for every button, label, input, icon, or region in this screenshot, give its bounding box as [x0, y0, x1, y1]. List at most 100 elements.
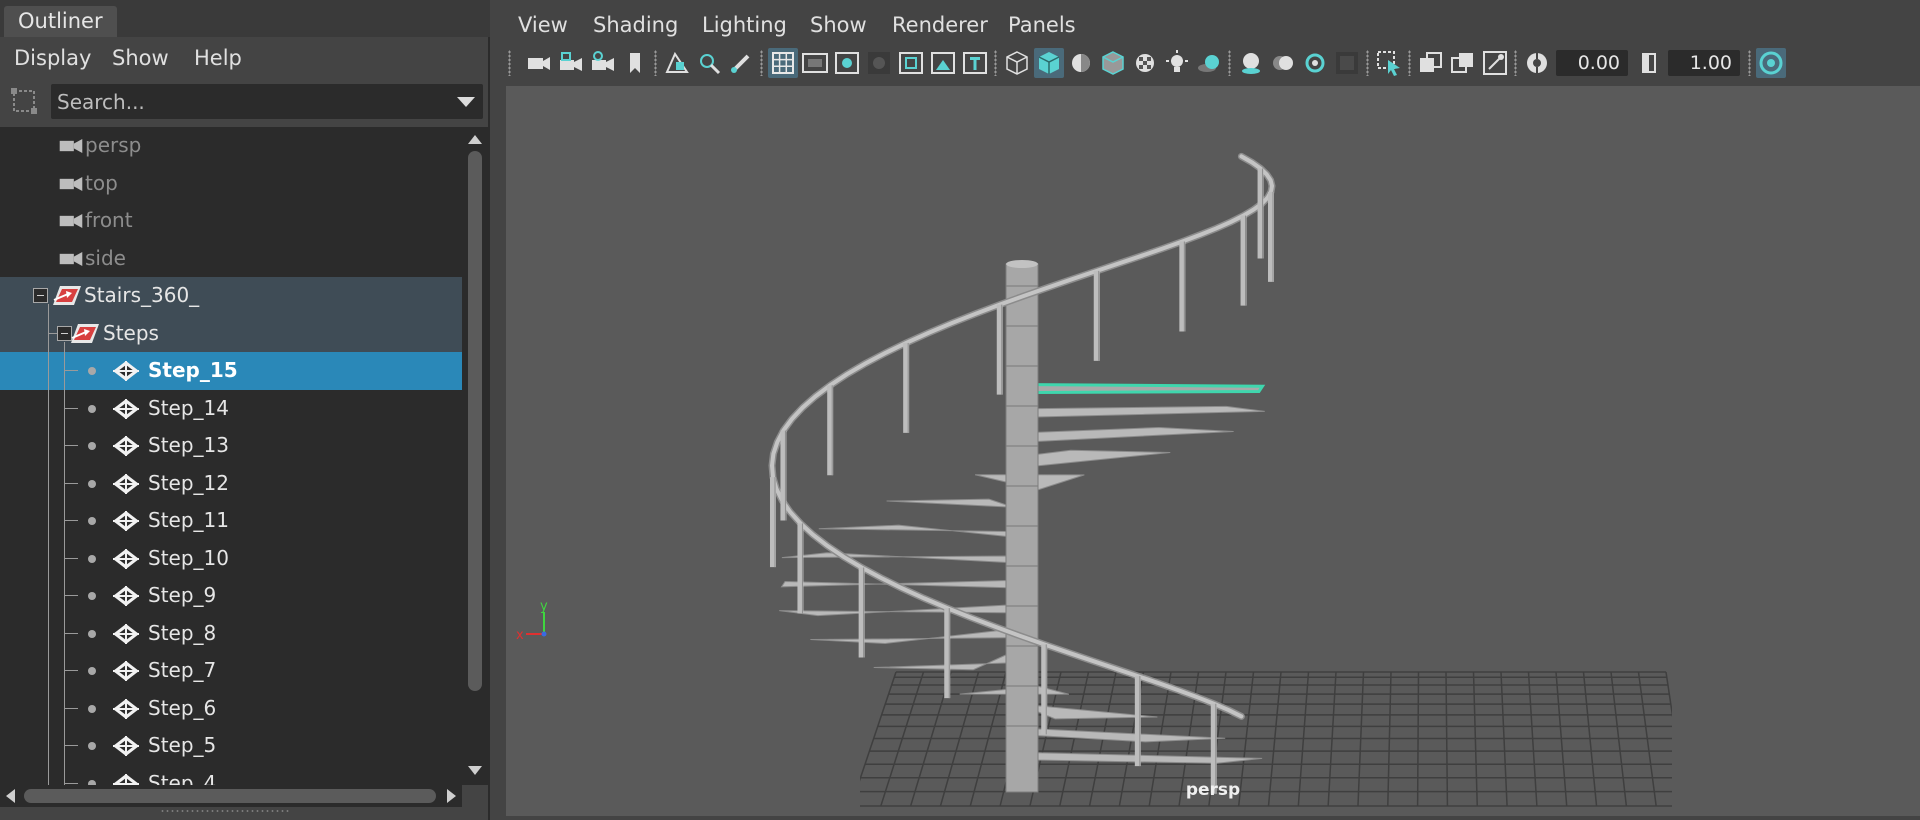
xray-icon[interactable] [1416, 48, 1446, 78]
mesh-icon [113, 398, 139, 419]
bookmark-icon[interactable] [620, 48, 650, 78]
scrollbar-thumb[interactable] [24, 789, 436, 803]
tree-row-step[interactable]: Step_14 [0, 390, 462, 428]
tree-row-group-stairs[interactable]: Stairs_360_ [0, 277, 462, 315]
outliner-menu-show[interactable]: Show [112, 37, 169, 79]
search-box [51, 84, 483, 119]
outliner-vertical-scrollbar[interactable] [462, 127, 488, 785]
scroll-down-arrow-icon[interactable] [468, 766, 482, 775]
tree-node-dot [88, 404, 96, 413]
3d-viewport[interactable]: yx persp [506, 86, 1920, 816]
tree-row-step[interactable]: Step_6 [0, 690, 462, 728]
camera-attributes-icon[interactable] [588, 48, 618, 78]
field-chart-icon[interactable] [896, 48, 926, 78]
xray-active-components-icon[interactable] [1448, 48, 1478, 78]
scroll-up-arrow-icon[interactable] [468, 135, 482, 144]
grid-icon[interactable] [768, 48, 798, 78]
tree-connector [64, 341, 65, 785]
tree-row-camera-top[interactable]: top [0, 165, 462, 203]
tree-row-step[interactable]: Step_13 [0, 427, 462, 465]
gamma-icon[interactable] [1634, 48, 1664, 78]
outliner-tab[interactable]: Outliner [4, 6, 117, 37]
safe-action-icon[interactable] [928, 48, 958, 78]
tree-row-step[interactable]: Step_12 [0, 465, 462, 503]
safe-title-icon[interactable] [960, 48, 990, 78]
gate-mask-icon[interactable] [864, 48, 894, 78]
viewport-menu-shading[interactable]: Shading [593, 0, 678, 46]
tree-connector [48, 304, 49, 785]
film-gate-icon[interactable] [800, 48, 830, 78]
color-management-icon[interactable] [1756, 48, 1786, 78]
3d-scene[interactable]: yx [506, 86, 1920, 816]
select-camera-icon[interactable] [524, 48, 554, 78]
anti-aliasing-icon[interactable] [1300, 48, 1330, 78]
outliner-menubar: Display Show Help [0, 37, 488, 79]
tree-row-label: Step_4 [148, 770, 217, 786]
viewport-menu-view[interactable]: View [518, 0, 568, 46]
tree-row-camera-persp[interactable]: persp [0, 127, 462, 165]
shadows-icon[interactable] [1194, 48, 1224, 78]
gamma-field[interactable]: 1.00 [1668, 50, 1740, 76]
wireframe-on-shaded-icon[interactable] [1098, 48, 1128, 78]
tree-node-dot [88, 442, 96, 450]
tree-connector [64, 782, 78, 784]
tree-row-step[interactable]: Step_7 [0, 652, 462, 690]
tree-row-step[interactable]: Step_8 [0, 615, 462, 653]
tree-row-selected-step[interactable]: Step_15 [0, 352, 462, 390]
search-dropdown-icon[interactable] [457, 97, 475, 107]
2d-pan-zoom-icon[interactable] [694, 48, 724, 78]
tree-node-dot [88, 367, 96, 375]
lock-camera-icon[interactable] [556, 48, 586, 78]
tree-node-dot [88, 667, 96, 675]
smooth-shade-icon[interactable] [1034, 48, 1064, 78]
collapse-toggle-icon[interactable] [33, 288, 48, 303]
mesh-icon [113, 361, 139, 381]
tree-row-step[interactable]: Step_4 [0, 765, 462, 786]
exposure-field[interactable]: 0.00 [1556, 50, 1628, 76]
viewport-menu-lighting[interactable]: Lighting [702, 0, 787, 46]
toolbar-separator [654, 50, 657, 76]
toolbar-separator [1366, 50, 1369, 76]
scroll-left-arrow-icon[interactable] [6, 789, 15, 803]
outliner-horizontal-scrollbar[interactable] [0, 785, 462, 807]
exposure-icon[interactable] [1522, 48, 1552, 78]
step-geometry [1007, 405, 1265, 418]
tree-row-camera-front[interactable]: front [0, 202, 462, 240]
depth-of-field-icon[interactable] [1332, 48, 1362, 78]
toolbar-separator [1408, 50, 1411, 76]
scroll-right-arrow-icon[interactable] [447, 789, 456, 803]
textured-icon[interactable] [1130, 48, 1160, 78]
tree-row-step[interactable]: Step_5 [0, 727, 462, 765]
panel-resize-grip[interactable] [160, 809, 290, 813]
tree-node-dot [88, 629, 96, 638]
isolate-select-icon[interactable] [1374, 48, 1404, 78]
central-column-cap [1006, 260, 1038, 268]
filter-icon[interactable] [10, 86, 38, 116]
use-all-lights-icon[interactable] [1162, 48, 1192, 78]
tree-row-group-steps[interactable]: Steps [0, 314, 462, 352]
tree-row-step[interactable]: Step_9 [0, 577, 462, 615]
outliner-menu-display[interactable]: Display [14, 37, 91, 79]
search-input[interactable] [57, 84, 437, 119]
resolution-gate-icon[interactable] [832, 48, 862, 78]
tree-row-label: Step_5 [148, 733, 217, 757]
image-plane-icon[interactable] [662, 48, 692, 78]
outliner-menu-help[interactable]: Help [194, 37, 242, 79]
screen-space-ao-icon[interactable] [1236, 48, 1266, 78]
tree-row-step[interactable]: Step_11 [0, 502, 462, 540]
grease-pencil-icon[interactable] [726, 48, 756, 78]
y-axis-label: y [540, 599, 548, 614]
default-material-icon[interactable] [1066, 48, 1096, 78]
wireframe-icon[interactable] [1002, 48, 1032, 78]
outliner-tree: persp top front side Stairs_360_ Steps Step_15… [0, 127, 462, 785]
viewport-menu-panels[interactable]: Panels [1008, 0, 1076, 46]
xray-joints-icon[interactable] [1480, 48, 1510, 78]
viewport-menu-show[interactable]: Show [810, 0, 867, 46]
scrollbar-thumb[interactable] [468, 151, 482, 691]
motion-blur-icon[interactable] [1268, 48, 1298, 78]
outliner-tabbar: Outliner [0, 0, 490, 37]
tree-row-camera-side[interactable]: side [0, 240, 462, 278]
viewport-menu-renderer[interactable]: Renderer [892, 0, 988, 46]
tree-row-step[interactable]: Step_10 [0, 540, 462, 578]
toolbar-separator [1748, 50, 1751, 76]
